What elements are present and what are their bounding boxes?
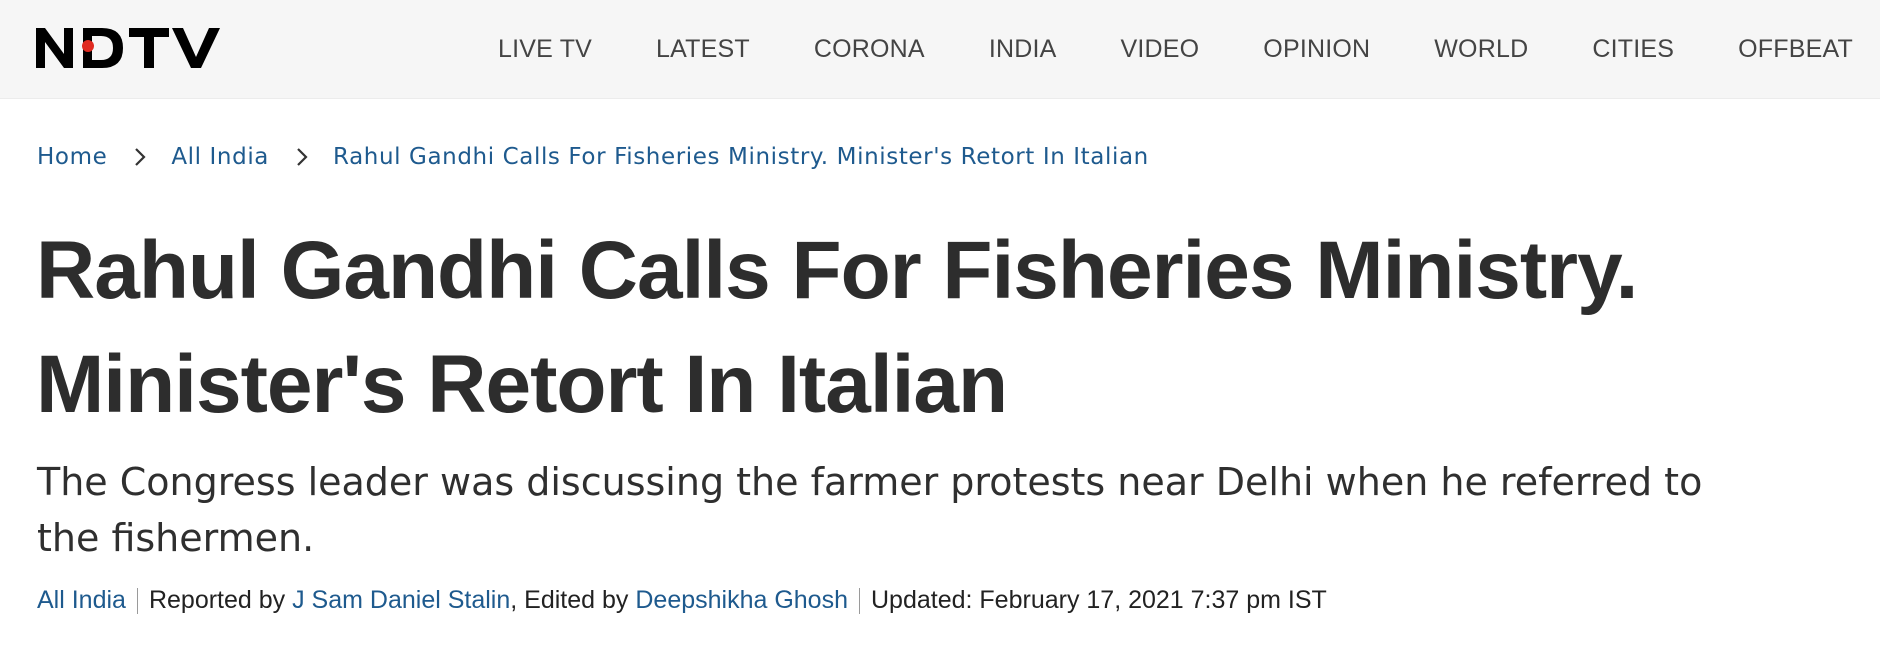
byline-divider	[136, 587, 138, 614]
nav-video[interactable]: VIDEO	[1121, 35, 1200, 64]
byline-reporter-link[interactable]: J Sam Daniel Stalin	[292, 586, 510, 615]
nav-offbeat[interactable]: OFFBEAT	[1738, 35, 1853, 64]
chevron-right-icon	[135, 148, 146, 166]
site-header: LIVE TV LATEST CORONA INDIA VIDEO OPINIO…	[0, 0, 1880, 99]
article-summary: The Congress leader was discussing the f…	[37, 460, 1703, 560]
byline-edited-prefix: , Edited by	[510, 586, 629, 614]
article-byline: All India Reported by J Sam Daniel Stali…	[37, 586, 1327, 615]
breadcrumb-all-india[interactable]: All India	[171, 144, 269, 170]
article-headline: Rahul Gandhi Calls For Fisheries Ministr…	[36, 225, 1638, 430]
nav-india[interactable]: INDIA	[989, 35, 1057, 64]
nav-latest[interactable]: LATEST	[656, 35, 750, 64]
byline-updated-timestamp: Updated: February 17, 2021 7:37 pm IST	[871, 586, 1327, 614]
byline-reported-prefix: Reported by	[148, 586, 286, 614]
main-nav: LIVE TV LATEST CORONA INDIA VIDEO OPINIO…	[498, 0, 1853, 98]
chevron-right-icon	[297, 148, 308, 166]
nav-opinion[interactable]: OPINION	[1263, 35, 1370, 64]
breadcrumb: Home All India Rahul Gandhi Calls For Fi…	[37, 144, 1149, 170]
byline-category-link[interactable]: All India	[37, 586, 126, 615]
nav-world[interactable]: WORLD	[1434, 35, 1528, 64]
nav-corona[interactable]: CORONA	[814, 35, 925, 64]
byline-divider	[859, 587, 860, 614]
breadcrumb-current-article[interactable]: Rahul Gandhi Calls For Fisheries Ministr…	[333, 144, 1149, 170]
byline-editor-link[interactable]: Deepshikha Ghosh	[635, 586, 848, 615]
ndtv-logo[interactable]	[36, 28, 228, 68]
breadcrumb-home[interactable]: Home	[37, 144, 107, 170]
nav-live-tv[interactable]: LIVE TV	[498, 35, 592, 64]
ndtv-logo-icon	[36, 28, 220, 68]
nav-cities[interactable]: CITIES	[1592, 35, 1674, 64]
